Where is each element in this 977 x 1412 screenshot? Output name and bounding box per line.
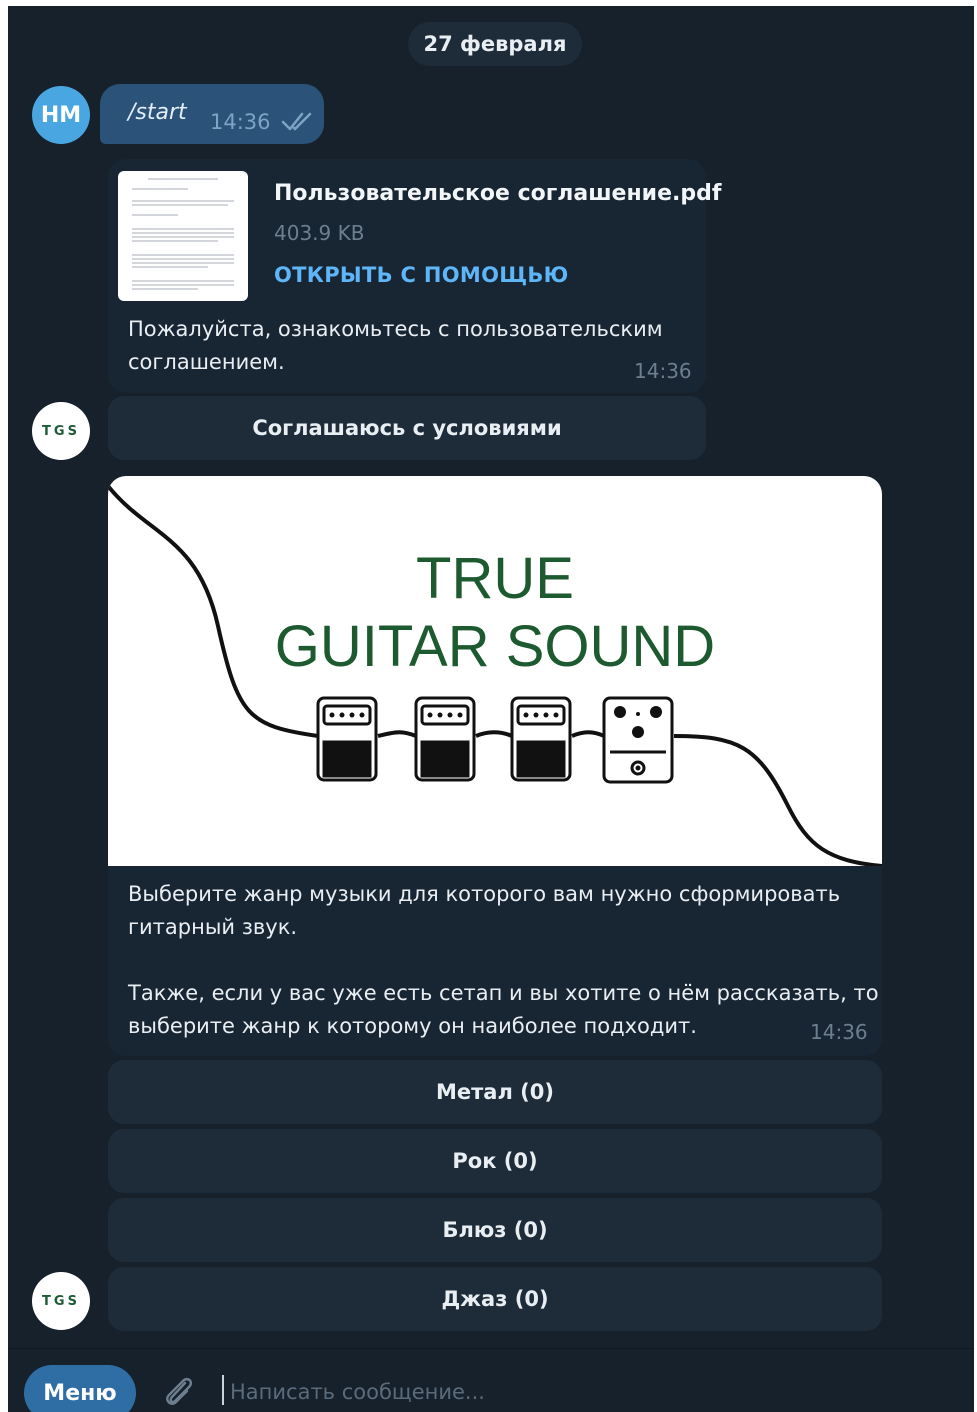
caption-line: Пожалуйста, ознакомьтесь с пользовательс… <box>128 317 663 341</box>
open-with-link[interactable]: ОТКРЫТЬ С ПОМОЩЬЮ <box>274 263 569 287</box>
double-check-icon <box>281 112 312 131</box>
agree-terms-button[interactable]: Соглашаюсь с условиями <box>108 396 706 460</box>
document-preview-icon <box>132 178 234 290</box>
paperclip-icon[interactable] <box>158 1371 198 1411</box>
file-name: Пользовательское соглашение.pdf <box>274 181 722 206</box>
genre-button-metal[interactable]: Метал (0) <box>108 1060 882 1124</box>
caption-line: соглашением. <box>128 350 285 374</box>
pedal-3 <box>510 696 572 782</box>
image-title-line: TRUE <box>416 546 574 611</box>
caption-line: гитарный звук. <box>128 915 298 939</box>
photo-message[interactable]: TRUE GUITAR SOUND Выберите жанр музыки д… <box>108 476 882 1056</box>
menu-button[interactable]: Меню <box>24 1365 136 1412</box>
pedal-1 <box>316 696 378 782</box>
genre-button-rock[interactable]: Рок (0) <box>108 1129 882 1193</box>
text-cursor <box>222 1375 224 1405</box>
chat-window: 27 февраля НМ /start 14:36 Пользовательс… <box>8 6 974 1412</box>
message-time: 14:36 <box>634 359 692 383</box>
message-time: 14:36 <box>810 1020 868 1044</box>
pdf-thumbnail[interactable] <box>118 171 248 301</box>
photo-caption: Выберите жанр музыки для которого вам ну… <box>128 878 879 1043</box>
message-input[interactable] <box>228 1371 932 1412</box>
bot-avatar[interactable]: TGS <box>32 1272 90 1330</box>
caption-line: Выберите жанр музыки для которого вам ну… <box>128 882 841 906</box>
message-input-bar: Меню <box>8 1348 974 1412</box>
outgoing-message-text: /start <box>128 100 187 125</box>
genre-button-blues[interactable]: Блюз (0) <box>108 1198 882 1262</box>
outgoing-message-time: 14:36 <box>210 110 271 134</box>
caption-line: выберите жанр к которому он наиболее под… <box>128 1014 697 1038</box>
guitar-sound-image[interactable]: TRUE GUITAR SOUND <box>108 476 882 866</box>
document-caption: Пожалуйста, ознакомьтесь с пользовательс… <box>128 313 663 379</box>
outgoing-message[interactable]: /start 14:36 <box>100 84 324 144</box>
image-title-line: GUITAR SOUND <box>274 614 716 679</box>
user-avatar[interactable]: НМ <box>32 86 90 144</box>
caption-line: Также, если у вас уже есть сетап и вы хо… <box>128 981 879 1005</box>
document-message[interactable]: Пользовательское соглашение.pdf 403.9 KB… <box>108 159 721 393</box>
pedal-2 <box>414 696 476 782</box>
bot-avatar[interactable]: TGS <box>32 402 90 460</box>
file-size: 403.9 KB <box>274 221 365 245</box>
date-separator: 27 февраля <box>408 22 582 66</box>
genre-button-jazz[interactable]: Джаз (0) <box>108 1267 882 1331</box>
